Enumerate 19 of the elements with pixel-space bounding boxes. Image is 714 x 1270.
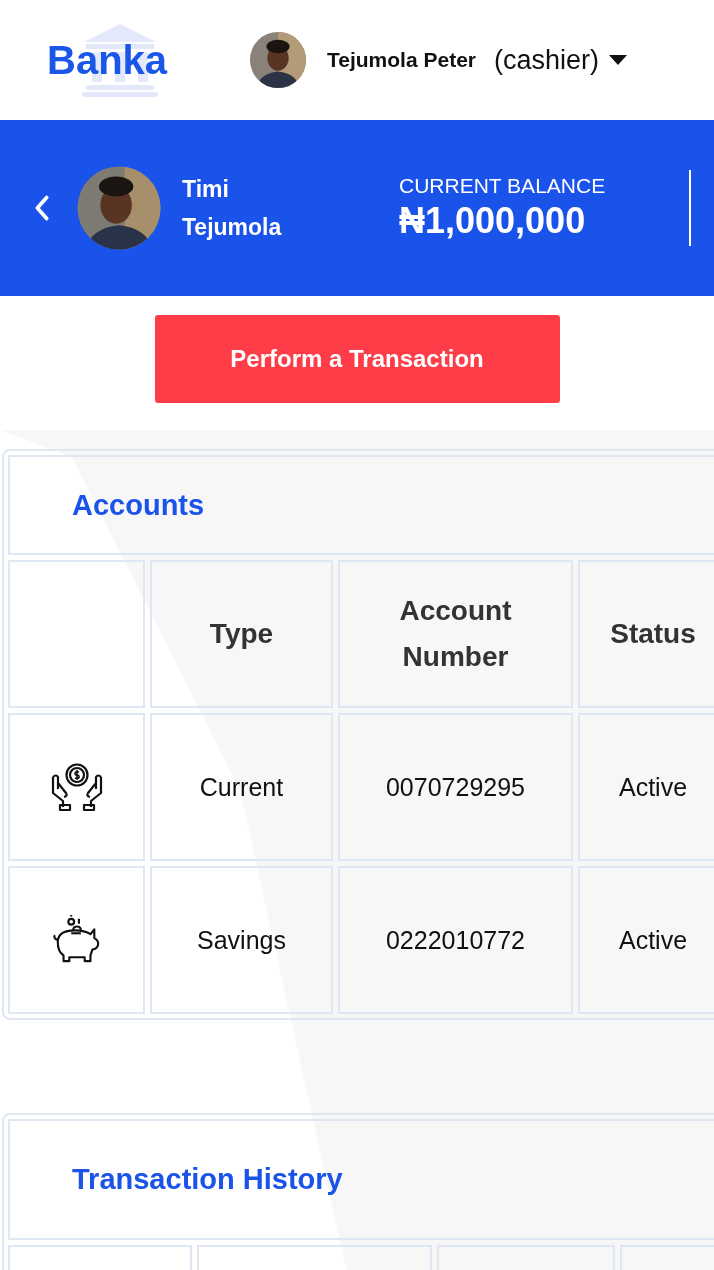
user-name[interactable]: Tejumola Peter: [327, 48, 476, 72]
table-cell: Current: [150, 713, 333, 861]
section-title: Transaction History: [72, 1163, 343, 1196]
column-header: Type: [150, 560, 333, 708]
caret-icon[interactable]: [609, 55, 628, 65]
table-cell: 0070729295: [338, 713, 573, 861]
table-cell: 0222010772: [338, 866, 573, 1014]
balance-label: CURRENT BALANCE: [399, 174, 606, 198]
section-title: Accounts: [72, 488, 205, 522]
logo[interactable]: Banka: [47, 37, 168, 83]
column-header: Account Number: [338, 560, 573, 708]
table-cell: Active: [578, 713, 714, 861]
user-role[interactable]: (cashier): [494, 44, 600, 76]
column-header: Status: [578, 560, 714, 708]
balance-amount: ₦1,000,000: [399, 200, 587, 242]
back-icon[interactable]: [33, 194, 51, 222]
customer-name: Timi Tejumola: [182, 175, 283, 242]
table-cell: Active: [578, 866, 714, 1014]
table-cell: Savings: [150, 866, 333, 1014]
